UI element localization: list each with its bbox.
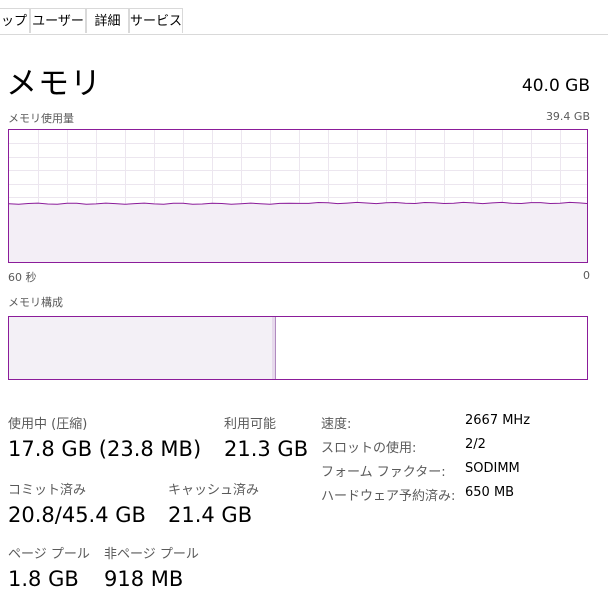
cached-label: キャッシュ済み: [168, 483, 260, 498]
tab-app-history[interactable]: ップ: [0, 8, 30, 33]
available-value: 21.3 GB: [224, 437, 309, 461]
available-label: 利用可能: [224, 417, 277, 432]
hardware-reserved-value: 650 MB: [465, 485, 515, 500]
tab-details[interactable]: 詳細: [86, 8, 129, 33]
memory-composition-bar[interactable]: [8, 316, 588, 380]
committed-value: 20.8/45.4 GB: [8, 503, 146, 527]
memory-usage-graph: [8, 129, 588, 263]
tab-label: サービス: [130, 14, 183, 29]
hardware-reserved-label: ハードウェア予約済み:: [321, 489, 456, 504]
usage-graph-canvas: [9, 130, 587, 262]
tab-bar: ップ ユーザー 詳細 サービス: [0, 8, 608, 35]
non-paged-pool-label: 非ページ プール: [104, 547, 199, 562]
speed-label: 速度:: [321, 417, 352, 432]
tab-label: 詳細: [94, 14, 121, 29]
cached-value: 21.4 GB: [168, 503, 253, 527]
speed-value: 2667 MHz: [465, 413, 531, 428]
tab-label: ップ: [0, 14, 27, 29]
non-paged-pool-value: 918 MB: [104, 567, 184, 591]
form-factor-label: フォーム ファクター:: [321, 465, 446, 480]
total-memory: 40.0 GB: [521, 76, 590, 96]
paged-pool-label: ページ プール: [8, 547, 90, 562]
usage-graph-max: 39.4 GB: [545, 110, 590, 123]
committed-label: コミット済み: [8, 483, 87, 498]
in-use-value: 17.8 GB (23.8 MB): [8, 437, 202, 461]
composition-in-use[interactable]: [9, 317, 273, 379]
composition-label: メモリ構成: [8, 296, 63, 309]
graph-time-start: 60 秒: [8, 271, 37, 284]
usage-area: [9, 202, 587, 262]
slots-used-label: スロットの使用:: [321, 441, 417, 456]
graph-time-end: 0: [583, 269, 590, 282]
composition-modified[interactable]: [272, 317, 276, 379]
tab-services[interactable]: サービス: [129, 8, 183, 33]
usage-graph-label: メモリ使用量: [8, 112, 74, 125]
tab-label: ユーザー: [32, 14, 84, 29]
slots-used-value: 2/2: [465, 437, 486, 452]
page-title: メモリ: [6, 66, 102, 102]
form-factor-value: SODIMM: [465, 461, 520, 476]
paged-pool-value: 1.8 GB: [8, 567, 79, 591]
in-use-label: 使用中 (圧縮): [8, 417, 88, 432]
tab-users[interactable]: ユーザー: [30, 8, 86, 33]
